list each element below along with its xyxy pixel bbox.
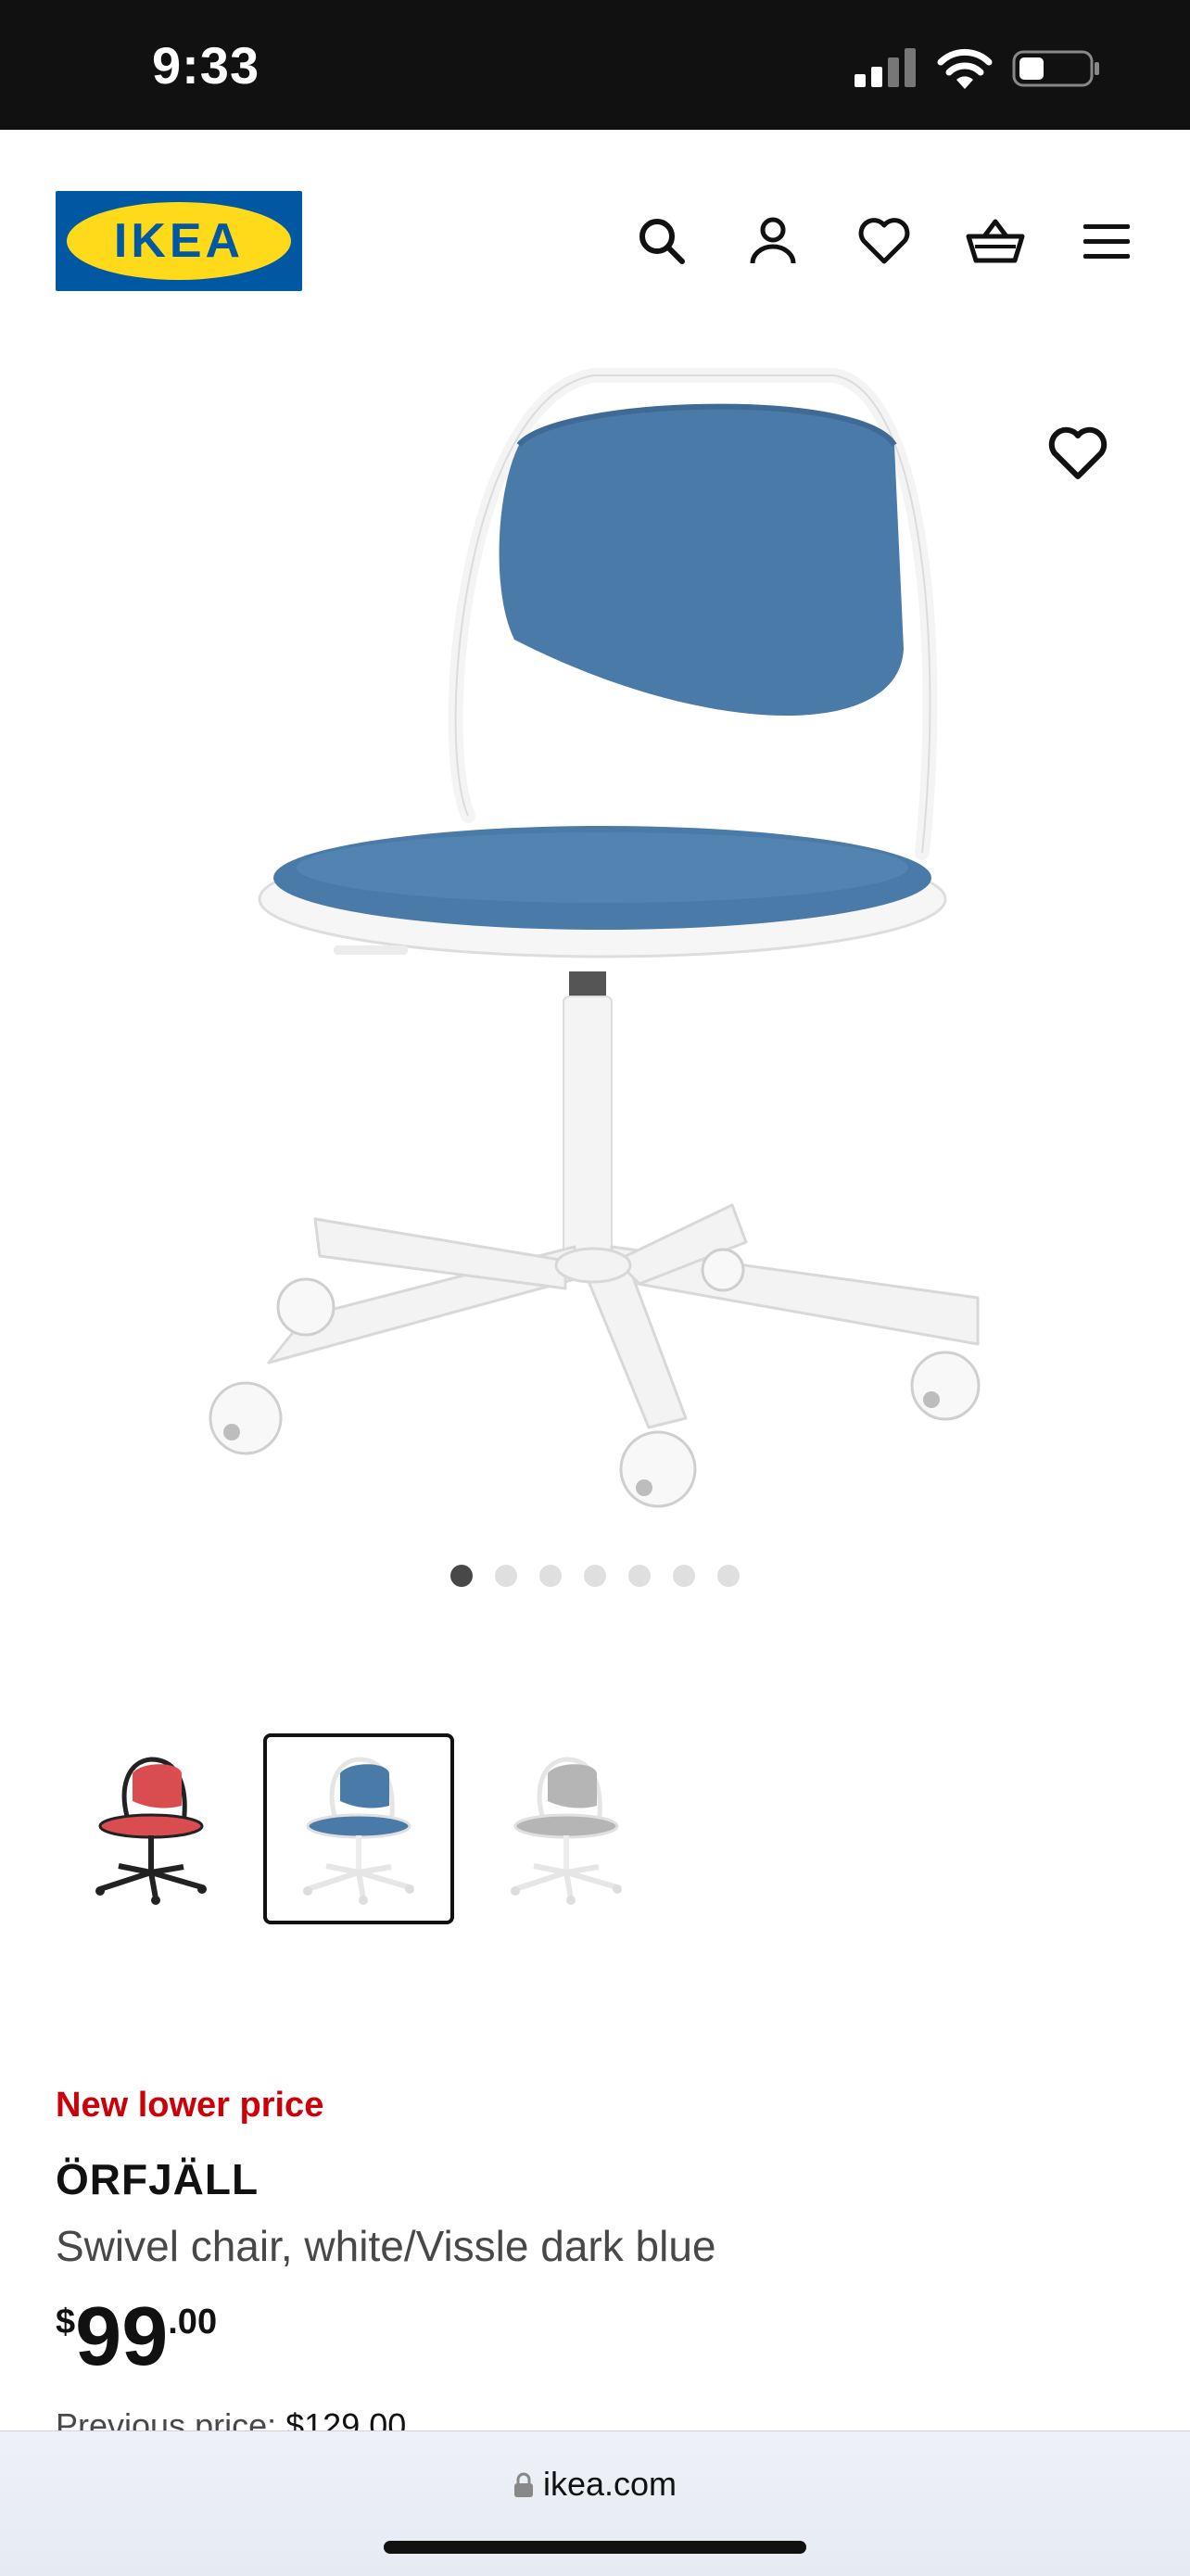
price-decimals: .00 bbox=[168, 2303, 218, 2341]
browser-url-bar[interactable]: ikea.com bbox=[0, 2430, 1190, 2576]
price-integer: 99 bbox=[75, 2290, 169, 2383]
heart-icon[interactable] bbox=[853, 209, 916, 273]
pagination-dot[interactable] bbox=[584, 1565, 606, 1587]
wifi-icon bbox=[937, 48, 993, 89]
logo-text: IKEA bbox=[113, 214, 245, 268]
account-icon[interactable] bbox=[741, 209, 804, 273]
variant-selector bbox=[56, 1733, 662, 1924]
chair-thumbnail-image bbox=[303, 1757, 414, 1905]
lock-icon bbox=[513, 2472, 533, 2497]
variant-thumbnail-grey[interactable] bbox=[471, 1733, 662, 1924]
search-icon[interactable] bbox=[630, 209, 693, 273]
status-bar: 9:33 bbox=[0, 0, 1190, 130]
image-pagination bbox=[0, 1565, 1190, 1587]
pagination-dot[interactable] bbox=[673, 1565, 695, 1587]
battery-icon bbox=[1012, 50, 1099, 87]
price-badge: New lower price bbox=[56, 2086, 324, 2125]
home-indicator[interactable] bbox=[384, 2541, 806, 2554]
product-price: $99.00 bbox=[56, 2295, 217, 2379]
product-description: Swivel chair, white/Vissle dark blue bbox=[56, 2222, 716, 2270]
pagination-dot[interactable] bbox=[539, 1565, 562, 1587]
variant-thumbnail-red[interactable] bbox=[56, 1733, 247, 1924]
product-name: ÖRFJÄLL bbox=[56, 2155, 260, 2203]
product-image[interactable] bbox=[0, 352, 1190, 1529]
url-display[interactable]: ikea.com bbox=[0, 2465, 1190, 2504]
pagination-dot[interactable] bbox=[628, 1565, 651, 1587]
price-currency: $ bbox=[56, 2303, 76, 2341]
ikea-logo[interactable]: IKEA bbox=[56, 191, 302, 291]
pagination-dot[interactable] bbox=[717, 1565, 740, 1587]
menu-icon[interactable] bbox=[1075, 209, 1138, 273]
chair-thumbnail-image bbox=[95, 1757, 207, 1905]
url-text: ikea.com bbox=[542, 2465, 677, 2503]
pagination-dot[interactable] bbox=[450, 1565, 473, 1587]
signal-icon bbox=[855, 48, 916, 87]
pagination-dot[interactable] bbox=[495, 1565, 517, 1587]
add-to-wishlist-icon[interactable] bbox=[1047, 426, 1108, 482]
basket-icon[interactable] bbox=[964, 209, 1027, 273]
chair-thumbnail-image bbox=[511, 1757, 622, 1905]
variant-thumbnail-blue[interactable] bbox=[263, 1733, 454, 1924]
status-time: 9:33 bbox=[152, 36, 260, 95]
site-header: IKEA bbox=[0, 130, 1190, 352]
